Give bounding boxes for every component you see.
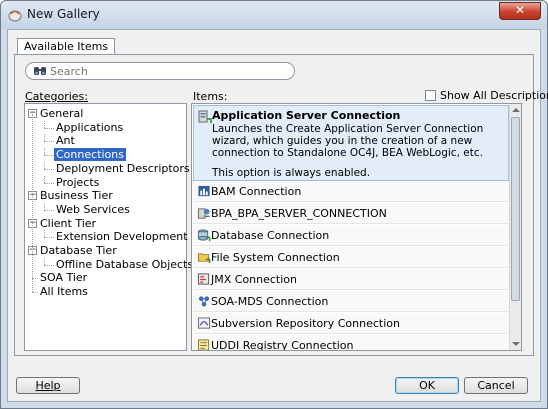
tree-item-label: Connections (54, 148, 126, 162)
tree-item-extension-development[interactable]: Extension Development (25, 230, 188, 243)
help-button-label: Help (35, 379, 61, 392)
tree-trunk-line (32, 114, 33, 293)
item-bpa-bpa-server-connection[interactable]: BPA_BPA_SERVER_CONNECTION (193, 203, 509, 224)
tree-connector (44, 141, 54, 143)
tree-item-label: Applications (56, 120, 124, 134)
tree-connector (44, 182, 54, 184)
server-connection-icon (198, 110, 212, 123)
tree-connector (44, 120, 45, 128)
tree-item-label: Offline Database Objects (56, 257, 194, 271)
tree-item-general[interactable]: − General (25, 107, 186, 120)
selected-item-description: Launches the Create Application Server C… (212, 123, 484, 159)
tree-item-soa-tier[interactable]: SOA Tier (25, 271, 186, 284)
jmx-icon (197, 273, 210, 285)
tree-item-business-tier[interactable]: − Business Tier (25, 189, 186, 202)
tree-connector (44, 202, 45, 210)
categories-label: Categories: (25, 90, 88, 103)
tree-item-label: General (40, 107, 84, 120)
tree-connector (44, 168, 54, 170)
item-soa-mds-connection[interactable]: SOA-MDS Connection (193, 291, 509, 312)
tree-item-ant[interactable]: Ant (25, 134, 186, 147)
bpa-icon (197, 208, 210, 219)
available-items-panel: Categories: Items: Show All Descriptions… (14, 54, 548, 356)
jdeveloper-icon (8, 10, 22, 22)
binoculars-icon (34, 67, 46, 75)
tree-item-label: Business Tier (40, 189, 113, 203)
items-scrollbar[interactable] (509, 104, 521, 350)
tree-connector (44, 148, 45, 156)
tree-item-label: Deployment Descriptors (56, 161, 190, 175)
item-label: UDDI Registry Connection (211, 339, 354, 351)
subversion-icon (197, 317, 211, 329)
item-label: JMX Connection (211, 273, 298, 286)
item-label: Subversion Repository Connection (211, 317, 400, 330)
item-label: Database Connection (211, 229, 330, 242)
tree-item-label: Ant (56, 134, 75, 148)
tree-connector (44, 161, 45, 169)
selected-item-title: Application Server Connection (212, 109, 401, 122)
window-title: New Gallery (27, 7, 100, 21)
selected-item-note: This option is always enabled. (212, 167, 371, 179)
title-bar: New Gallery ✕ (1, 1, 547, 29)
tree-item-label: Database Tier (40, 244, 117, 257)
item-uddi-registry-connection[interactable]: UDDI Registry Connection (193, 335, 509, 351)
tree-item-deployment-descriptors[interactable]: Deployment Descriptors (25, 161, 190, 175)
tree-item-label: SOA Tier (40, 271, 88, 285)
tree-item-label: Extension Development (56, 230, 188, 244)
scroll-thumb[interactable] (511, 117, 520, 301)
tree-item-offline-database-objects[interactable]: Offline Database Objects (25, 257, 193, 271)
item-label: SOA-MDS Connection (211, 295, 329, 308)
item-label: File System Connection (211, 251, 340, 264)
tree-item-web-services[interactable]: Web Services (25, 202, 186, 216)
tree-connector (44, 175, 45, 183)
categories-tree: − General Applications Ant Connections Deploy… (24, 103, 193, 351)
tree-item-applications[interactable]: Applications (25, 120, 186, 134)
search-input[interactable] (50, 64, 285, 78)
tree-item-label: Web Services (56, 202, 130, 216)
tree-connector (44, 230, 45, 238)
item-jmx-connection[interactable]: JMX Connection (193, 269, 509, 290)
new-gallery-dialog: New Gallery ✕ Available Items Categories… (0, 0, 548, 409)
items-label: Items: (193, 90, 228, 103)
tree-connector (44, 257, 45, 265)
help-button[interactable]: Help (16, 377, 80, 394)
items-list: Application Server Connection Launches t… (191, 103, 522, 351)
search-field[interactable] (25, 62, 295, 80)
scroll-down-icon[interactable] (512, 342, 520, 346)
tree-item-label: Client Tier (40, 216, 97, 230)
tree-connector (44, 264, 54, 266)
checkbox-box[interactable] (425, 90, 436, 101)
item-label: BPA_BPA_SERVER_CONNECTION (211, 207, 387, 220)
tree-item-client-tier[interactable]: − Client Tier (25, 217, 186, 230)
file-system-icon (197, 253, 211, 264)
tree-item-database-tier[interactable]: − Database Tier (25, 244, 186, 257)
dialog-body: Available Items Categories: Items: Show … (7, 29, 548, 402)
tree-item-label: All Items (40, 285, 88, 299)
tree-connector (44, 209, 54, 211)
tree-connector (44, 155, 54, 157)
tree-item-connections[interactable]: Connections (25, 148, 186, 162)
tree-item-all-items[interactable]: All Items (25, 285, 186, 298)
item-bam-connection[interactable]: BAM Connection (193, 181, 509, 202)
uddi-icon (197, 339, 210, 350)
tree-connector (44, 127, 54, 129)
item-file-system-connection[interactable]: File System Connection (193, 247, 509, 268)
ok-button[interactable]: OK (395, 377, 459, 394)
item-subversion-repository-connection[interactable]: Subversion Repository Connection (193, 313, 509, 334)
soa-mds-icon (198, 296, 210, 307)
tree-item-label: Projects (56, 175, 100, 189)
item-label: BAM Connection (211, 185, 302, 198)
tree-connector (44, 134, 45, 142)
scroll-up-icon[interactable] (512, 108, 520, 112)
item-database-connection[interactable]: Database Connection (193, 225, 509, 246)
cancel-button[interactable]: Cancel (464, 377, 528, 394)
show-all-descriptions-label: Show All Descriptions (440, 89, 548, 102)
bam-icon (198, 185, 210, 197)
selected-item-application-server-connection[interactable]: Application Server Connection Launches t… (193, 105, 509, 181)
tree-connector (44, 237, 54, 239)
tab-available-items[interactable]: Available Items (17, 38, 116, 55)
tree-item-projects[interactable]: Projects (25, 175, 186, 189)
close-button[interactable]: ✕ (499, 2, 541, 20)
database-icon (197, 229, 211, 242)
